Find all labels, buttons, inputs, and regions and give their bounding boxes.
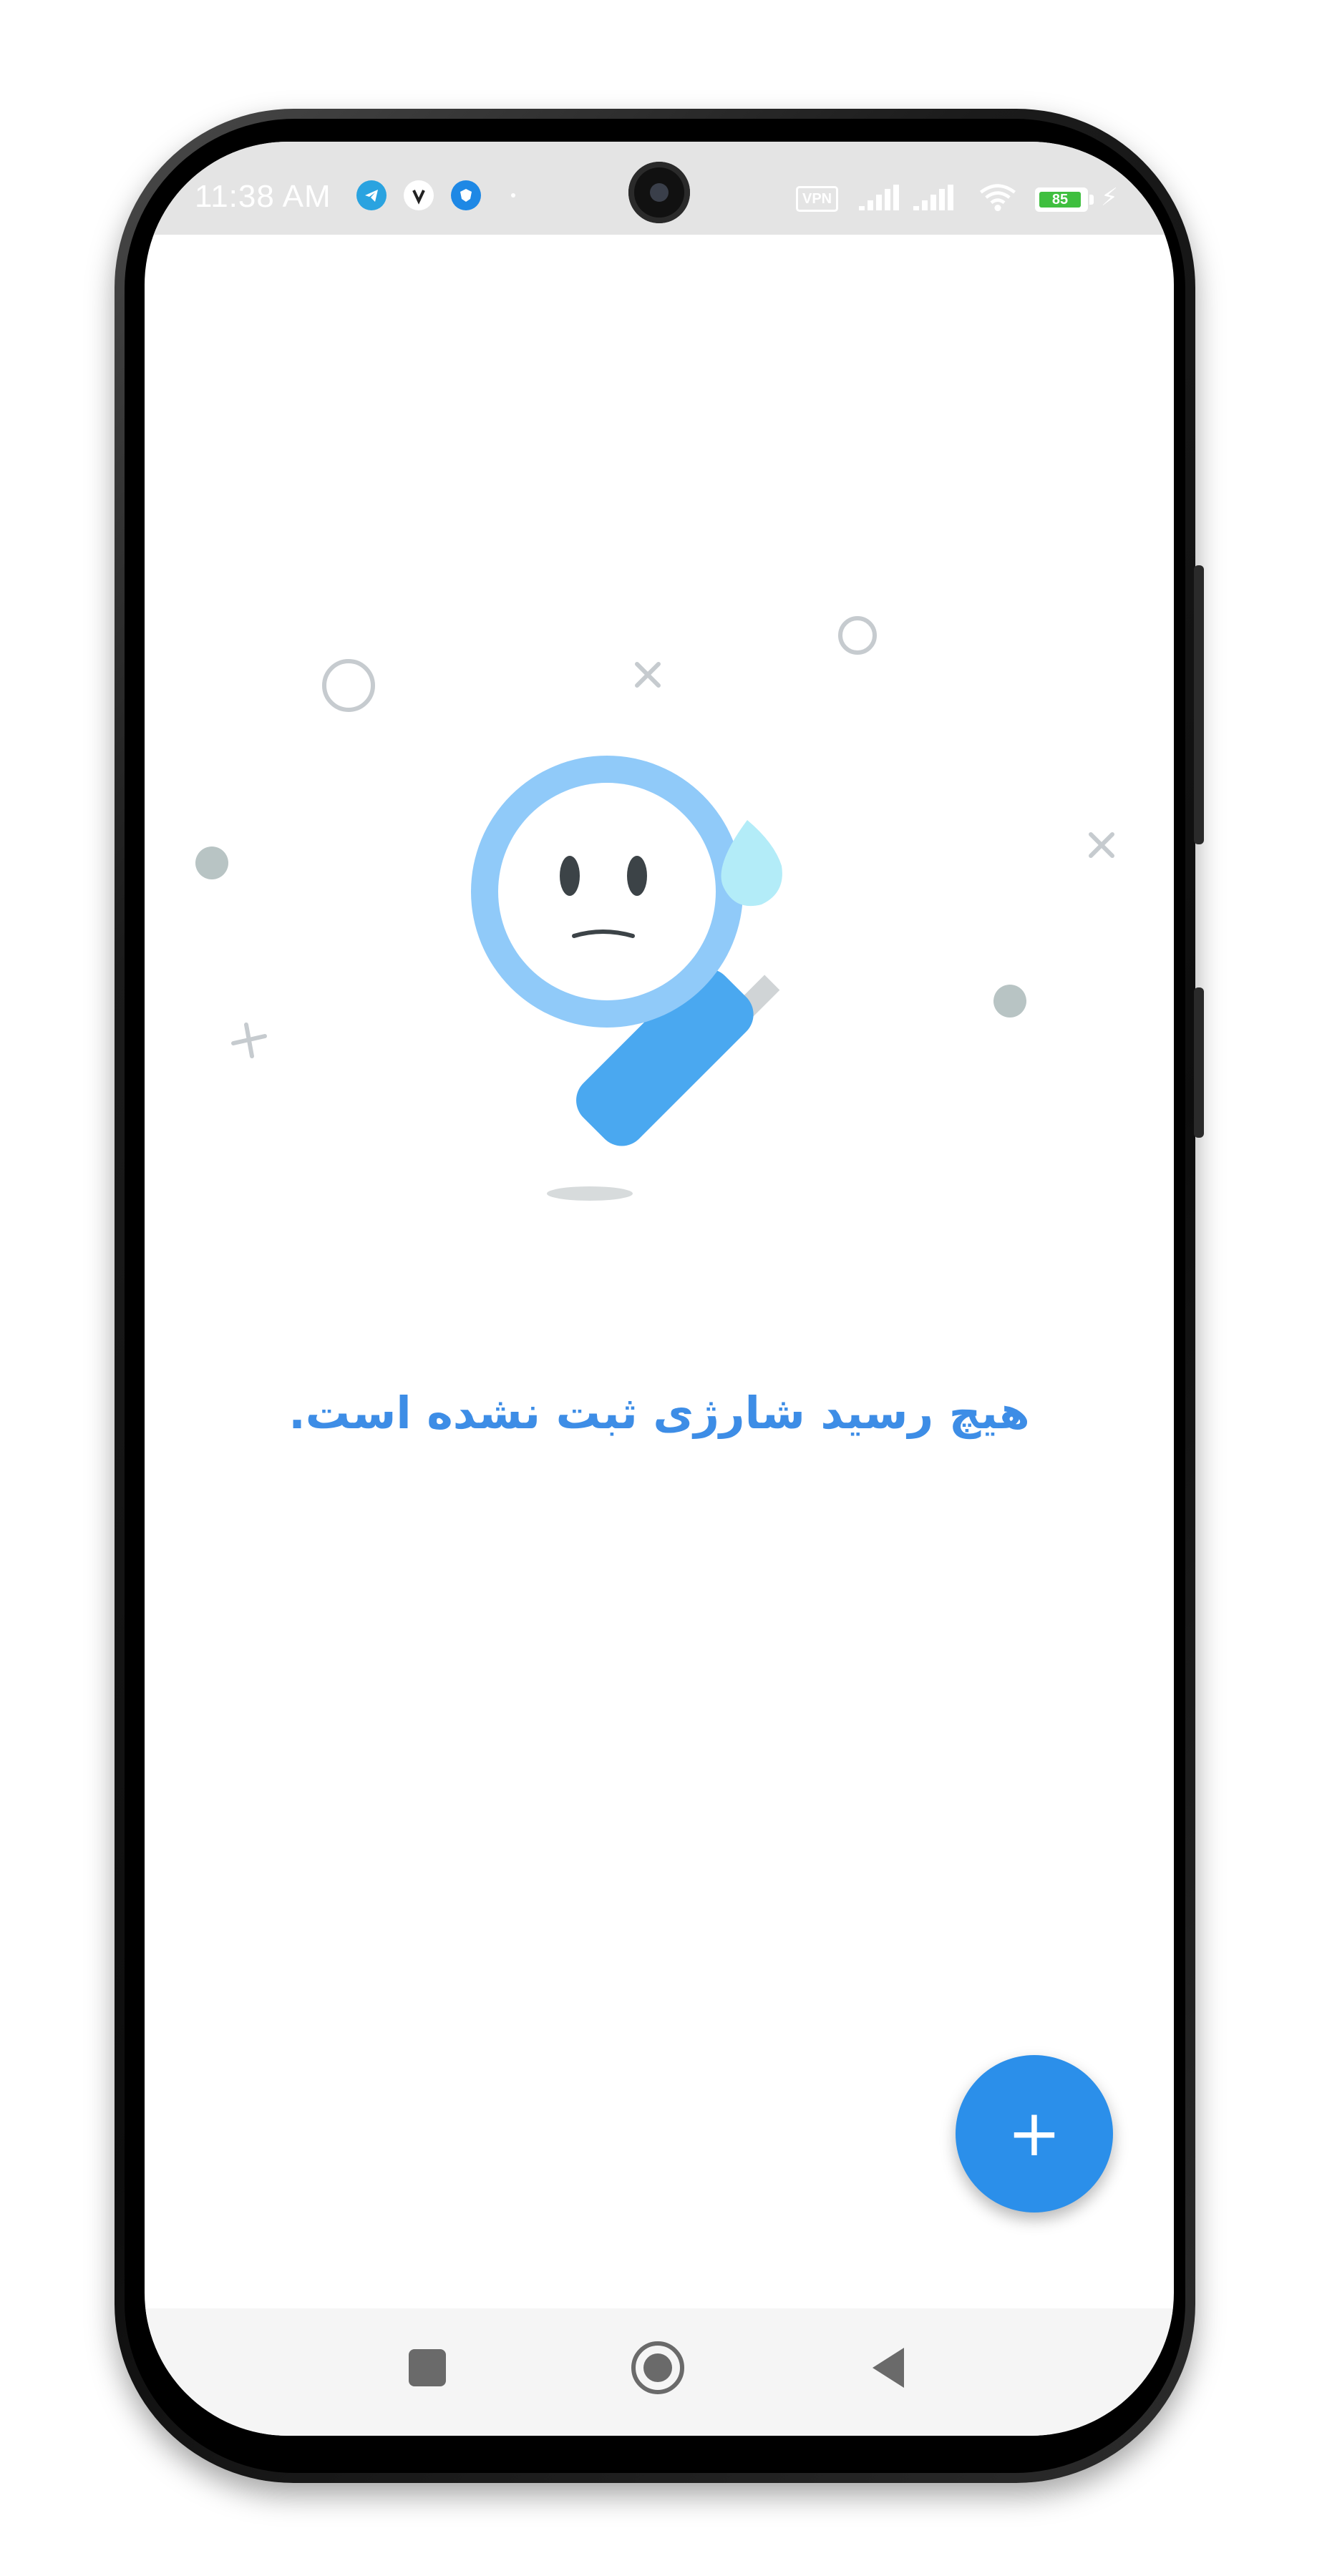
decor-dot-icon: [195, 847, 228, 879]
magnifier-glass: [498, 783, 716, 1000]
charging-icon: ⚡: [1101, 183, 1118, 212]
v-app-icon: [404, 180, 434, 210]
shield-app-icon: [451, 180, 481, 210]
illustration-shadow: [547, 1186, 633, 1201]
face-left-eye: [560, 856, 580, 896]
back-button[interactable]: [857, 2336, 922, 2400]
plus-icon: +: [1007, 2096, 1061, 2171]
decor-cross-icon: [635, 662, 661, 688]
empty-state-message: هیچ رسید شارژی ثبت نشده است.: [288, 1387, 1030, 1439]
wifi-icon: [979, 184, 1016, 212]
decor-plus-icon: [231, 1023, 267, 1058]
battery-level: 85: [1039, 192, 1081, 208]
status-bar: 11:38 AM VPN 85 ⚡: [145, 142, 1174, 235]
front-camera: [628, 162, 690, 223]
sweat-drop-icon: [721, 820, 782, 907]
telegram-icon: [356, 180, 387, 210]
volume-button: [1194, 565, 1204, 844]
status-time: 11:38 AM: [195, 179, 331, 214]
add-receipt-button[interactable]: +: [956, 2055, 1113, 2212]
circle-home-icon: [631, 2341, 684, 2394]
battery-tip: [1089, 195, 1094, 205]
recents-button[interactable]: [395, 2336, 460, 2400]
power-button: [1194, 987, 1204, 1138]
square-recents-icon: [409, 2349, 446, 2386]
decor-dot-icon: [993, 985, 1026, 1018]
face-right-eye: [627, 856, 647, 896]
home-button[interactable]: [626, 2336, 690, 2400]
magnifier-sad-face-illustration: [195, 616, 1114, 1201]
battery-icon: 85: [1035, 187, 1088, 212]
camera-lens: [650, 183, 669, 202]
decor-ring-icon: [838, 616, 877, 655]
decor-cross-icon: [1089, 832, 1114, 858]
vpn-badge: VPN: [796, 186, 839, 212]
decor-ring-icon: [322, 659, 375, 712]
notification-dot-icon: [511, 193, 515, 197]
signal-icon: [913, 185, 953, 210]
page: 11:38 AM VPN 85 ⚡ هیچ رسید شارژی ثبت نشد…: [0, 0, 1317, 2576]
screen: 11:38 AM VPN 85 ⚡ هیچ رسید شارژی ثبت نشد…: [145, 142, 1174, 2436]
navigation-bar: [145, 2308, 1174, 2436]
triangle-back-icon: [873, 2348, 904, 2388]
